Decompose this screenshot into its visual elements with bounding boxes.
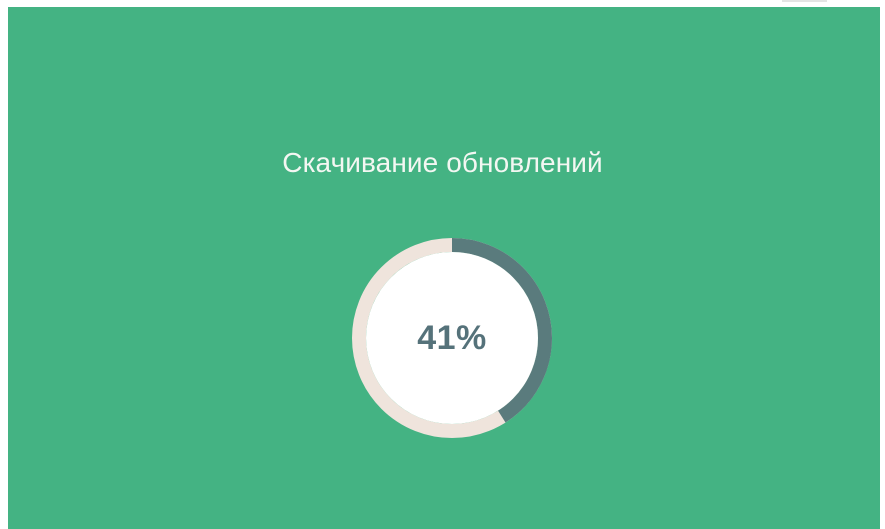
download-status-title: Скачивание обновлений — [282, 147, 603, 178]
top-corner-tab — [782, 0, 827, 2]
update-screen: Скачивание обновлений 41% — [0, 0, 885, 529]
download-progress-percent: 41% — [417, 318, 487, 357]
